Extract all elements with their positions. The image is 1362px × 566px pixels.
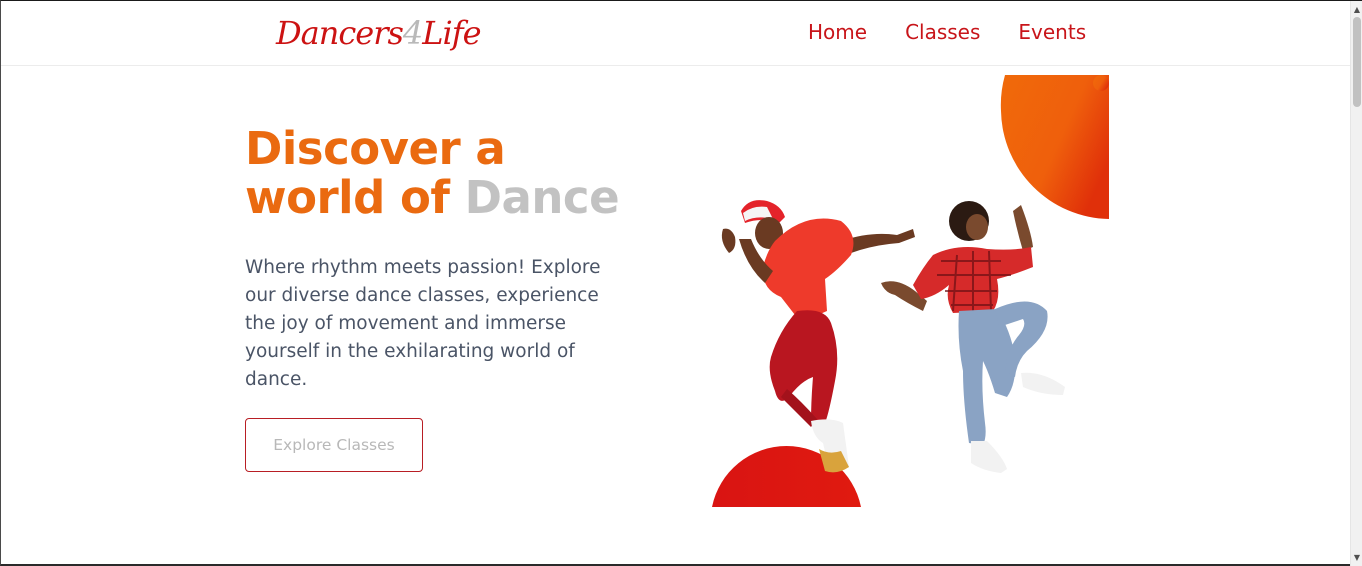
hero-description: Where rhythm meets passion! Explore our …: [245, 257, 601, 390]
orange-circle-shape: [1000, 75, 1109, 219]
navbar: Dancers4Life Home Classes Events: [1, 1, 1351, 66]
hero-title-highlight: world of: [245, 171, 450, 224]
hero-title-muted: Dance: [464, 171, 620, 224]
female-dancer-figure: [881, 201, 1065, 473]
scroll-up-arrow-icon[interactable]: ▲: [1353, 5, 1361, 15]
main-nav: Home Classes Events: [808, 19, 1086, 45]
male-dancer-figure: [721, 200, 915, 473]
brand-logo[interactable]: Dancers4Life: [276, 11, 482, 59]
hero-title: Discover a world of Dance: [245, 124, 665, 222]
explore-classes-button[interactable]: Explore Classes: [245, 418, 423, 472]
nav-link-home[interactable]: Home: [808, 19, 867, 45]
hero-title-line1: Discover a: [245, 122, 506, 175]
brand-name-part1: Dancers: [276, 14, 404, 52]
nav-link-events[interactable]: Events: [1018, 19, 1086, 45]
scroll-thumb[interactable]: [1353, 17, 1361, 107]
page-scrollbar[interactable]: ▲ ▼: [1350, 1, 1362, 566]
dancers-image: [712, 75, 1109, 507]
brand-name-number: 4: [402, 14, 423, 52]
hero-illustration: [701, 71, 1121, 511]
nav-link-classes[interactable]: Classes: [905, 19, 980, 45]
brand-name-part2: Life: [422, 14, 481, 52]
scroll-down-arrow-icon[interactable]: ▼: [1353, 553, 1361, 563]
browser-window: Dancers4Life Home Classes Events Discove…: [0, 0, 1362, 566]
